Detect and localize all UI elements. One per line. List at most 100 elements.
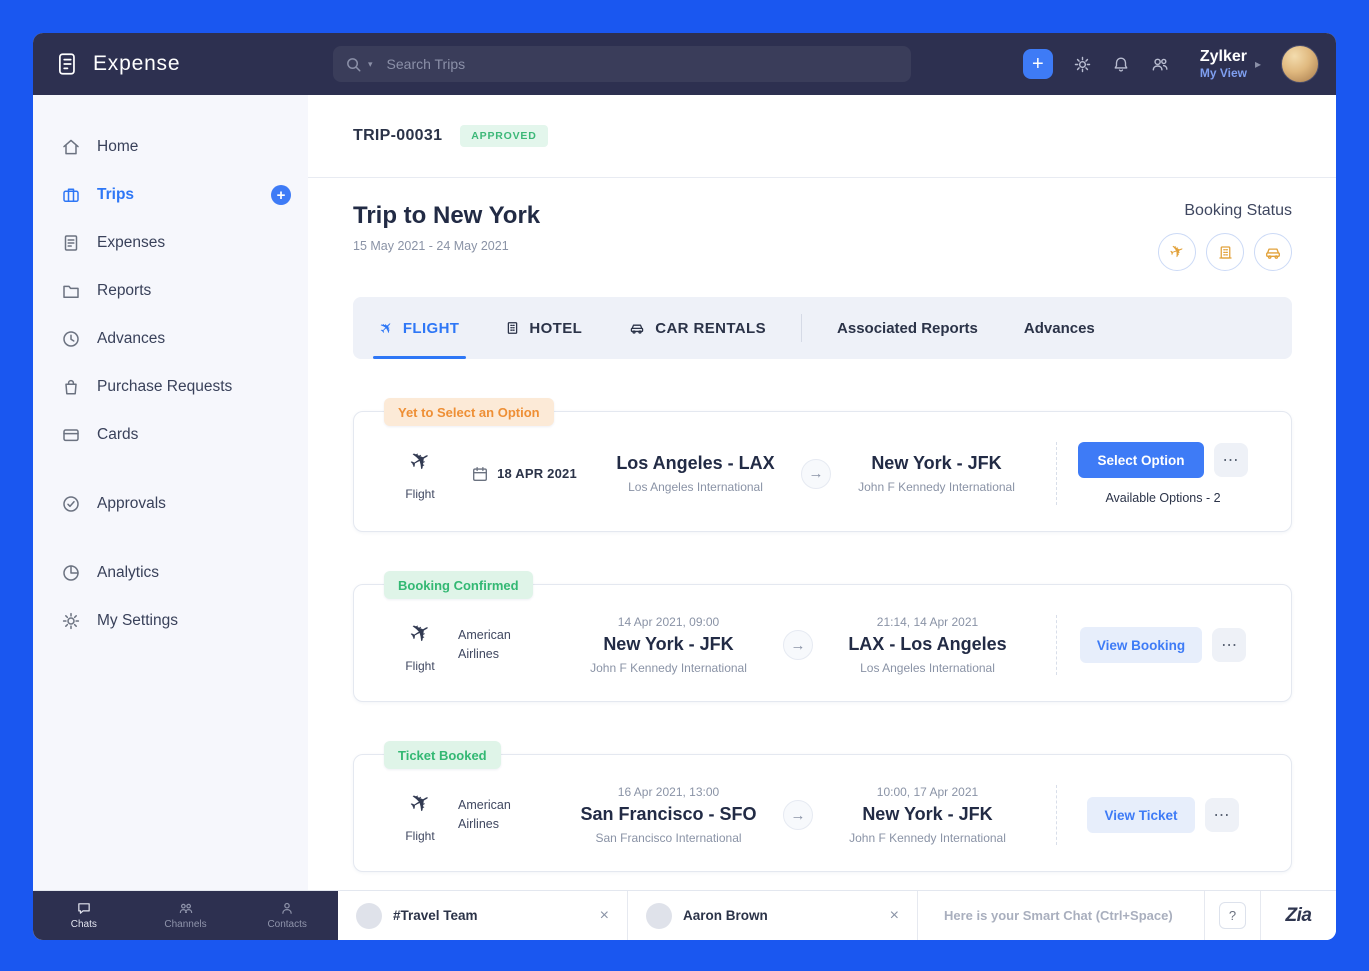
airline-name: American Airlines [458,796,554,835]
ellipsis-icon: ⋯ [1221,635,1237,655]
close-icon[interactable]: × [890,907,899,925]
close-icon[interactable]: × [600,907,609,925]
analytics-icon [61,563,81,583]
origin-block: 14 Apr 2021, 09:00 New York - JFK John F… [554,615,783,675]
purchase-requests-icon [61,377,81,397]
card-status-badge: Yet to Select an Option [384,398,554,426]
sidebar-item-advances[interactable]: Advances [33,315,308,363]
tab-hotel[interactable]: HOTEL [482,297,605,359]
sidebar-item-expenses[interactable]: Expenses [33,219,308,267]
topbar: Expense ▾ + [33,33,1336,95]
cards-icon [61,425,81,445]
app-window: Expense ▾ + [33,33,1336,940]
sidebar-item-reports[interactable]: Reports [33,267,308,315]
users-icon[interactable] [1150,55,1170,74]
chat-avatar [356,903,382,929]
more-options-button[interactable]: ⋯ [1214,443,1248,477]
destination-block: 10:00, 17 Apr 2021 New York - JFK John F… [813,785,1042,845]
tab-flight[interactable]: ✈ FLIGHT [357,297,482,359]
notifications-bell-icon[interactable] [1112,55,1130,74]
sidebar-item-my-settings[interactable]: My Settings [33,597,308,645]
sidebar-label: Advances [97,330,165,348]
org-switcher[interactable]: Zylker My View ▸ [1200,48,1261,80]
sidebar-item-analytics[interactable]: Analytics [33,549,308,597]
booking-tabbar: ✈ FLIGHT HOTEL CAR RENTALS Associated Re… [353,297,1292,359]
arrow-right-icon: → [801,459,831,489]
departure-time: 16 Apr 2021, 13:00 [560,785,777,799]
origin-airport: San Francisco International [560,831,777,845]
select-option-button[interactable]: Select Option [1078,442,1203,478]
chat-tab-label: #Travel Team [393,908,589,923]
mode-column: ✈ Flight [382,788,458,843]
tab-associated-reports[interactable]: Associated Reports [814,297,1001,359]
car-status-circle[interactable] [1254,233,1292,271]
card-row: ✈ Flight American Airlines 16 Apr 2021, … [354,755,1291,871]
smart-chat-area [918,891,1204,940]
sidebar-item-cards[interactable]: Cards [33,411,308,459]
tab-label: HOTEL [529,320,582,337]
view-ticket-button[interactable]: View Ticket [1087,797,1194,833]
plus-icon: + [1032,53,1044,76]
user-avatar[interactable] [1281,45,1319,83]
departure-time: 14 Apr 2021, 09:00 [560,615,777,629]
chat-tab-aaron-brown[interactable]: Aaron Brown × [628,891,918,940]
org-info: Zylker My View [1200,48,1247,80]
quick-create-button[interactable]: + [1023,49,1053,79]
tab-label: Advances [1024,320,1095,337]
sidebar-label: Cards [97,426,138,444]
channels-icon [178,901,194,916]
chat-nav-chats[interactable]: Chats [33,891,135,940]
more-options-button[interactable]: ⋯ [1212,628,1246,662]
card-row: ✈ Flight 18 APR 2021 Los Angeles - LAX L… [354,412,1291,531]
more-options-button[interactable]: ⋯ [1205,798,1239,832]
ellipsis-icon: ⋯ [1214,805,1230,825]
smart-chat-input[interactable] [944,908,1178,923]
chevron-right-icon: ▸ [1255,57,1261,71]
sidebar-item-trips[interactable]: Trips + [33,171,308,219]
app-title: Expense [93,52,180,76]
chat-nav-channels[interactable]: Channels [135,891,237,940]
add-trip-button[interactable]: + [271,185,291,205]
tab-car-rentals[interactable]: CAR RENTALS [605,297,789,359]
hotel-tab-icon [505,320,520,336]
car-tab-icon [628,320,646,336]
reports-icon [61,281,81,301]
destination-airport: John F Kennedy International [819,831,1036,845]
org-view-label: My View [1200,66,1247,80]
tab-advances[interactable]: Advances [1001,297,1118,359]
sidebar-item-approvals[interactable]: Approvals [33,480,308,528]
hotel-status-circle[interactable] [1206,233,1244,271]
contacts-icon [279,901,295,916]
arrow-right-icon: → [783,800,813,830]
approvals-icon [61,494,81,514]
sidebar-item-purchase-requests[interactable]: Purchase Requests [33,363,308,411]
search-input[interactable] [387,56,899,72]
help-button[interactable]: ? [1219,902,1246,929]
flight-status-circle[interactable]: ✈ [1158,233,1196,271]
view-booking-button[interactable]: View Booking [1080,627,1202,663]
tab-label: FLIGHT [403,320,460,337]
hotel-icon [1217,244,1234,261]
sidebar-label: Home [97,138,138,156]
destination-city: New York - JFK [837,453,1036,474]
chat-nav-contacts[interactable]: Contacts [236,891,338,940]
destination-airport: John F Kennedy International [837,480,1036,494]
card-row: ✈ Flight American Airlines 14 Apr 2021, … [354,585,1291,701]
destination-city: New York - JFK [819,804,1036,825]
chat-tab-travel-team[interactable]: #Travel Team × [338,891,628,940]
sidebar-item-home[interactable]: Home [33,123,308,171]
chats-icon [76,901,92,916]
origin-block: Los Angeles - LAX Los Angeles Internatio… [590,453,801,494]
flight-tab-icon: ✈ [375,316,399,340]
destination-block: 21:14, 14 Apr 2021 LAX - Los Angeles Los… [813,615,1042,675]
sidebar-label: Approvals [97,495,166,513]
settings-icon[interactable] [1073,55,1092,74]
topbar-actions: + [1023,45,1336,83]
zia-logo[interactable]: Zia [1286,905,1312,927]
arrival-time: 21:14, 14 Apr 2021 [819,615,1036,629]
search-bar[interactable]: ▾ [333,46,911,82]
chat-bar: Chats Channels Contacts #Travel Team × A… [33,890,1336,940]
tab-divider [801,314,802,342]
ellipsis-icon: ⋯ [1223,450,1239,470]
origin-city: New York - JFK [560,634,777,655]
